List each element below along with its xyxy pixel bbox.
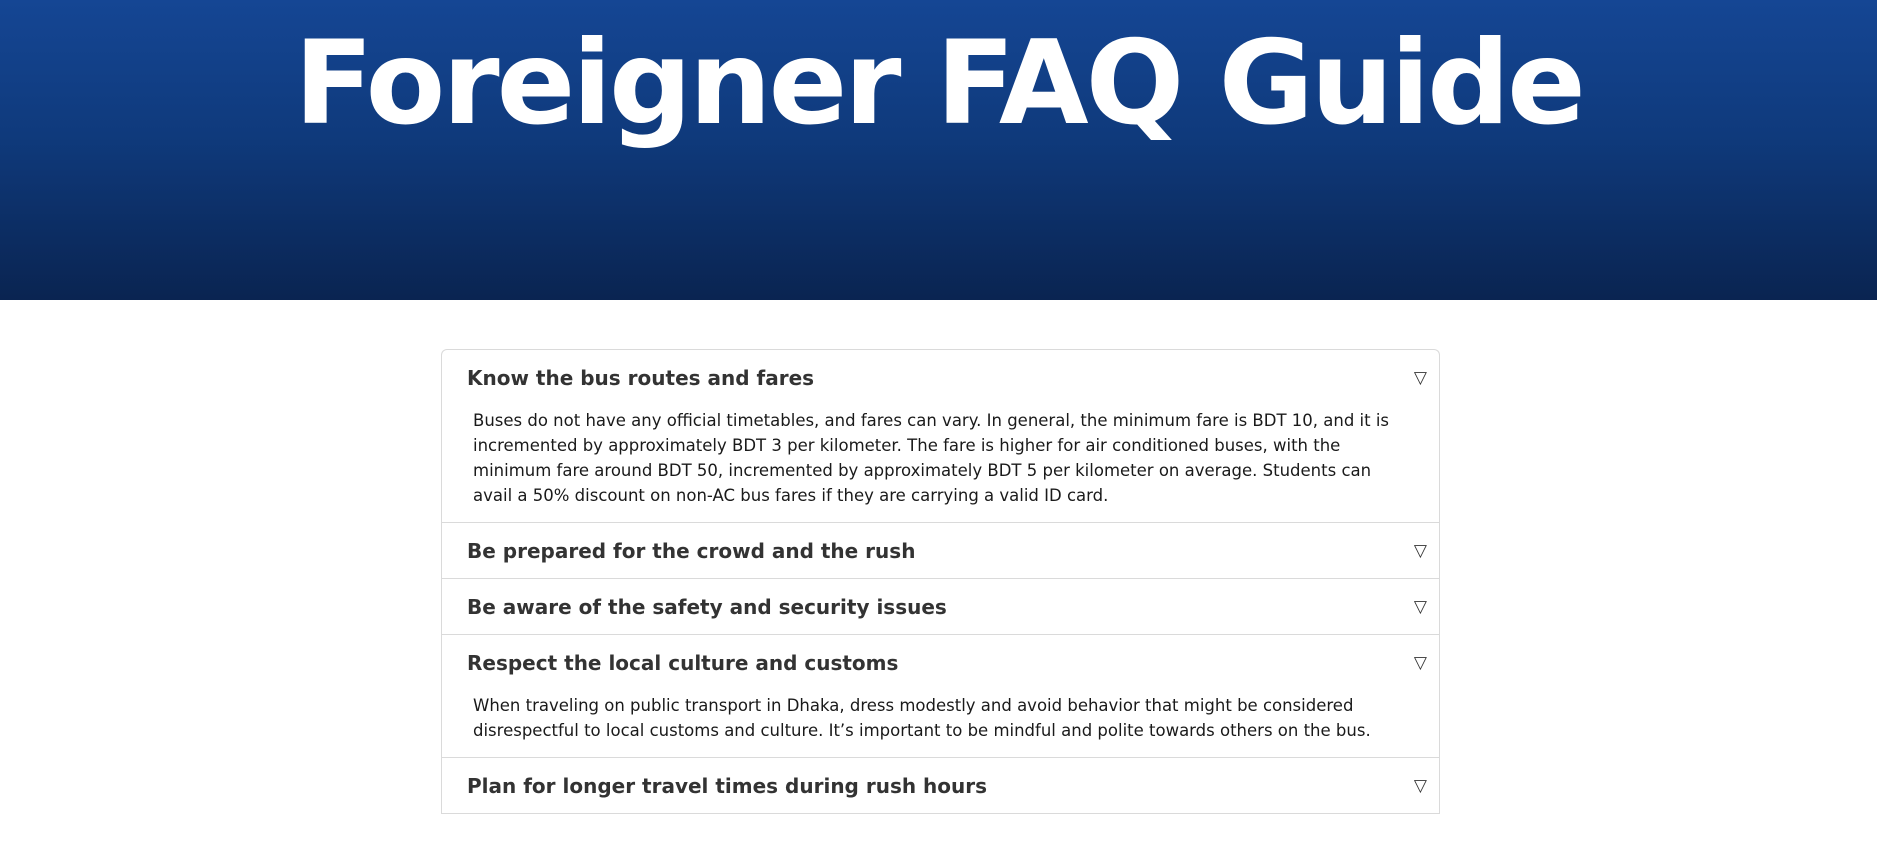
- faq-item: Plan for longer travel times during rush…: [442, 758, 1439, 814]
- triangle-down-icon[interactable]: ▽: [1414, 635, 1427, 691]
- faq-answer: Buses do not have any official timetable…: [473, 411, 1390, 505]
- faq-item: Be prepared for the crowd and the rush ▽: [442, 523, 1439, 579]
- faq-question-bus-routes[interactable]: Know the bus routes and fares ▽: [442, 350, 1439, 405]
- faq-question-label: Know the bus routes and fares: [467, 366, 815, 390]
- page-title: Foreigner FAQ Guide: [294, 16, 1586, 151]
- faq-item: Respect the local culture and customs ▽ …: [442, 635, 1439, 758]
- faq-question-safety[interactable]: Be aware of the safety and security issu…: [442, 579, 1439, 634]
- faq-item: Be aware of the safety and security issu…: [442, 579, 1439, 635]
- faq-item: Know the bus routes and fares ▽ Buses do…: [442, 350, 1439, 523]
- triangle-down-icon[interactable]: ▽: [1414, 350, 1427, 406]
- hero-banner: Foreigner FAQ Guide: [0, 0, 1877, 300]
- faq-answer: When traveling on public transport in Dh…: [473, 696, 1371, 740]
- faq-question-label: Plan for longer travel times during rush…: [467, 774, 988, 798]
- faq-question-label: Be prepared for the crowd and the rush: [467, 539, 916, 563]
- faq-question-label: Be aware of the safety and security issu…: [467, 595, 947, 619]
- triangle-down-icon[interactable]: ▽: [1414, 523, 1427, 579]
- faq-question-crowd[interactable]: Be prepared for the crowd and the rush ▽: [442, 523, 1439, 578]
- faq-question-label: Respect the local culture and customs: [467, 651, 899, 675]
- faq-question-culture[interactable]: Respect the local culture and customs ▽: [442, 635, 1439, 690]
- faq-accordion: Know the bus routes and fares ▽ Buses do…: [441, 349, 1440, 814]
- faq-question-rush-hours[interactable]: Plan for longer travel times during rush…: [442, 758, 1439, 813]
- triangle-down-icon[interactable]: ▽: [1414, 579, 1427, 635]
- triangle-down-icon[interactable]: ▽: [1414, 758, 1427, 814]
